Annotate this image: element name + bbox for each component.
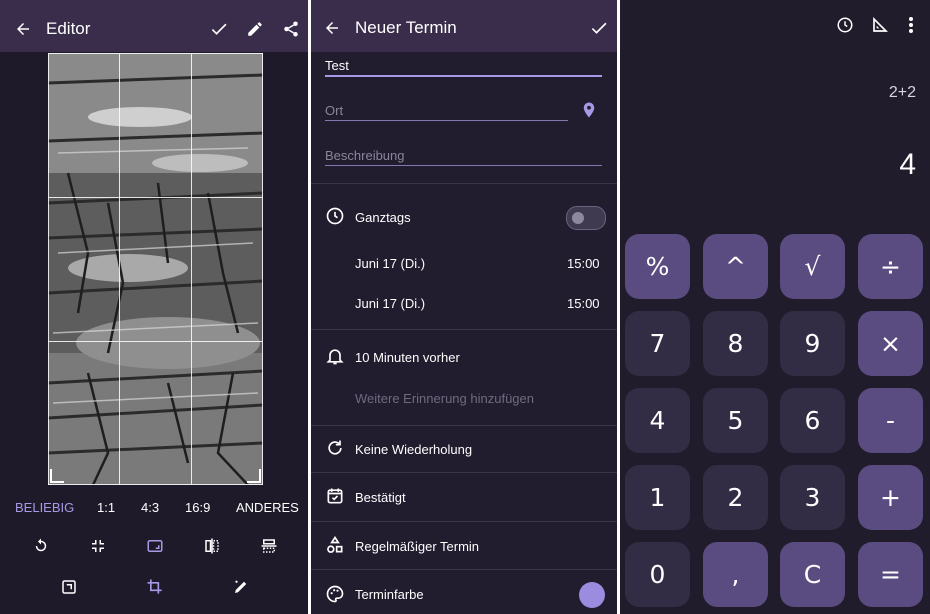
location-underline [325,120,568,121]
crop-border-top [48,53,263,54]
key-plus[interactable]: + [858,465,923,530]
back-arrow-icon[interactable] [321,17,343,39]
key-6[interactable]: 6 [780,388,845,453]
status-label[interactable]: Bestätigt [355,490,406,505]
shrink-icon[interactable] [87,535,109,557]
key-3[interactable]: 3 [780,465,845,530]
check-icon[interactable] [208,18,230,40]
bell-icon [325,346,347,368]
key-multiply[interactable]: × [858,311,923,376]
all-day-toggle[interactable] [566,206,606,230]
key-percent[interactable]: % [625,234,690,299]
ratio-16-9[interactable]: 16:9 [185,500,210,515]
crop-grid-line [48,341,263,342]
share-icon[interactable] [280,18,302,40]
key-power[interactable]: ^ [703,234,768,299]
cafe-chairs-photo [48,53,263,485]
event-color-label: Terminfarbe [355,587,424,602]
calc-expression: 2+2 [888,84,916,101]
event-type-label[interactable]: Regelmäßiger Termin [355,539,479,554]
end-date[interactable]: Juni 17 (Di.) [355,296,425,311]
crop-corner-handle[interactable] [247,469,261,483]
ratio-4-3[interactable]: 4:3 [141,500,159,515]
key-5[interactable]: 5 [703,388,768,453]
title-underline [325,75,602,77]
flip-horizontal-icon[interactable] [201,535,223,557]
key-1[interactable]: 1 [625,465,690,530]
event-color-swatch[interactable] [579,582,605,608]
start-time[interactable]: 15:00 [567,256,600,271]
ratio-free[interactable]: BELIEBIG [15,500,74,515]
end-time[interactable]: 15:00 [567,296,600,311]
location-pin-icon[interactable] [578,98,600,122]
crop-rotate-icon[interactable] [144,576,166,598]
ratio-other[interactable]: ANDERES [236,500,299,515]
key-4[interactable]: 4 [625,388,690,453]
divider [311,183,617,184]
key-decimal[interactable]: , [703,542,768,607]
flip-vertical-icon[interactable] [258,535,280,557]
key-2[interactable]: 2 [703,465,768,530]
check-icon[interactable] [588,17,610,39]
resize-icon[interactable] [58,576,80,598]
reminder-label[interactable]: 10 Minuten vorher [355,350,460,365]
divider [311,329,617,330]
key-equals[interactable]: = [858,542,923,607]
crop-border-left [48,53,49,485]
calc-result: 4 [899,148,916,181]
all-day-label: Ganztags [355,210,411,225]
palette-icon [325,584,347,606]
crop-grid-line [48,197,263,198]
key-divide[interactable]: ÷ [858,234,923,299]
history-icon[interactable] [834,14,856,36]
key-0[interactable]: 0 [625,542,690,607]
crop-image[interactable] [48,53,263,485]
divider [311,472,617,473]
back-arrow-icon[interactable] [12,18,34,40]
key-clear[interactable]: C [780,542,845,607]
event-app-bar: Neuer Termin [311,0,617,52]
crop-aspect-icon[interactable] [144,535,166,557]
description-input[interactable]: Beschreibung [325,148,405,163]
key-minus[interactable]: - [858,388,923,453]
divider [311,569,617,570]
event-panel: Neuer Termin Test Ort Beschreibung Ganzt… [311,0,617,614]
divider [311,521,617,522]
repeat-icon [325,438,347,460]
description-underline [325,165,602,166]
crop-border-bottom [48,484,263,485]
calendar-check-icon [325,486,347,508]
editor-app-bar: Editor [0,0,308,52]
repeat-label[interactable]: Keine Wiederholung [355,442,472,457]
crop-grid-line [191,53,192,485]
key-9[interactable]: 9 [780,311,845,376]
location-input[interactable]: Ort [325,103,343,118]
key-7[interactable]: 7 [625,311,690,376]
event-title: Neuer Termin [355,18,457,37]
clock-icon [325,206,347,228]
editor-title: Editor [46,19,91,38]
key-8[interactable]: 8 [703,311,768,376]
start-date[interactable]: Juni 17 (Di.) [355,256,425,271]
crop-border-right [262,53,263,485]
crop-corner-handle[interactable] [50,469,64,483]
event-title-input[interactable]: Test [325,58,349,73]
ratio-1-1[interactable]: 1:1 [97,500,115,515]
key-sqrt[interactable]: √ [780,234,845,299]
more-options-icon[interactable] [900,14,922,36]
shapes-icon [325,535,347,557]
calculator-panel: 2+2 4 % ^ √ ÷ 7 8 9 × 4 5 6 - 1 2 3 + 0 … [620,0,930,614]
draw-icon[interactable] [230,576,252,598]
editor-panel: Editor BELIEBIG 1:1 4:3 16:9 ANDERES [0,0,308,614]
add-reminder-button[interactable]: Weitere Erinnerung hinzufügen [355,391,534,406]
scientific-mode-icon[interactable] [869,14,891,36]
toggle-knob [572,212,584,224]
crop-grid-line [119,53,120,485]
divider [311,425,617,426]
pencil-icon[interactable] [244,18,266,40]
rotate-icon[interactable] [30,535,52,557]
